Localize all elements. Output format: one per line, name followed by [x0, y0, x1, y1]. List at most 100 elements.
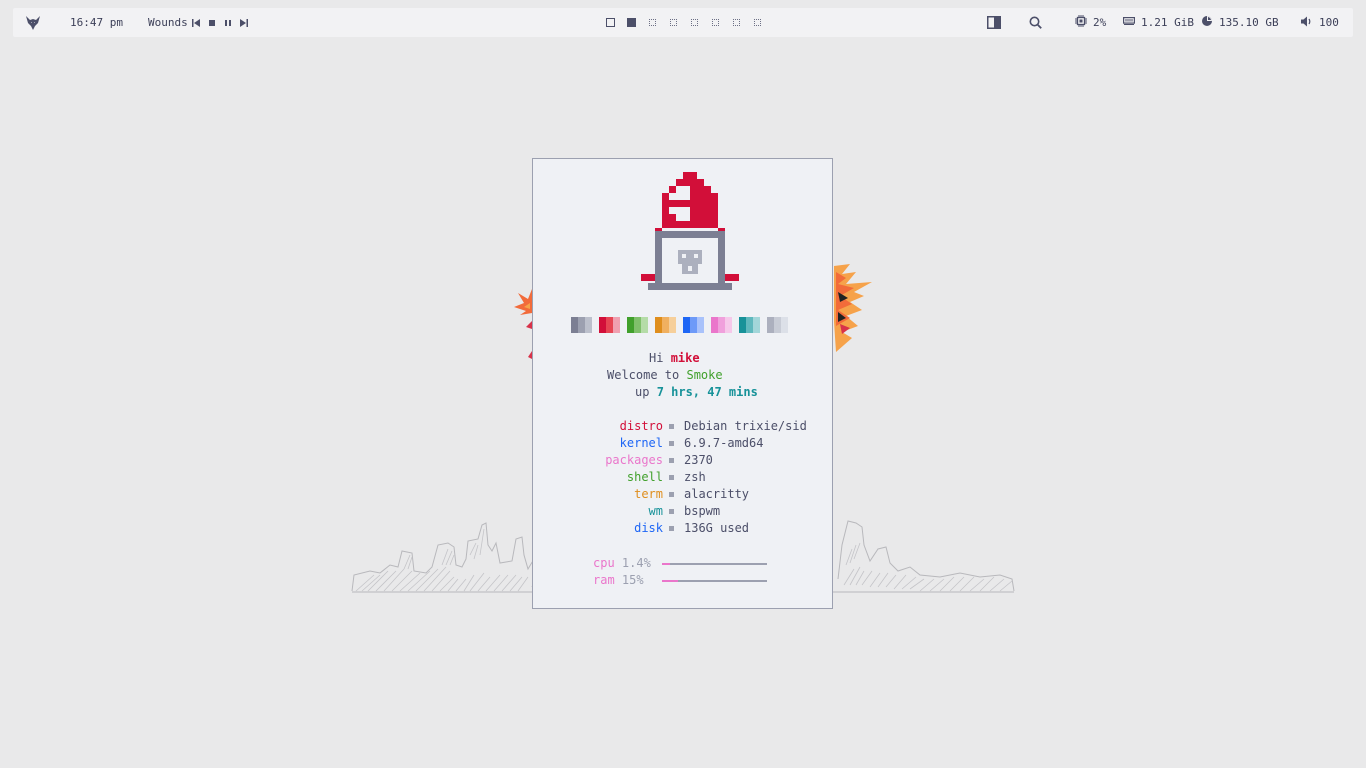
palette-swatch — [711, 317, 732, 333]
palette-shade — [683, 317, 690, 333]
info-row-term: term alacritty — [533, 486, 834, 503]
workspace-empty-marker — [754, 19, 761, 26]
palette-shade — [739, 317, 746, 333]
ram-meter-track — [662, 580, 767, 582]
fire-computer-ascii-art — [641, 172, 739, 290]
palette-shade — [662, 317, 669, 333]
info-key: distro — [619, 419, 663, 433]
info-row-wm: wm bspwm — [533, 503, 834, 520]
palette-shade — [627, 317, 634, 333]
search-icon[interactable] — [1029, 8, 1042, 37]
palette-shade — [781, 317, 788, 333]
info-value: 6.9.7-amd64 — [684, 436, 764, 450]
workspace-focused-marker — [627, 18, 636, 27]
separator-square — [669, 509, 674, 514]
media-controls — [192, 8, 248, 37]
fetch-terminal-window[interactable]: Hi mike Welcome to Smoke up 7 hrs, 47 mi… — [532, 158, 833, 609]
info-key: term — [634, 487, 663, 501]
info-value: zsh — [684, 470, 706, 484]
palette-swatch — [627, 317, 648, 333]
palette-swatch — [571, 317, 592, 333]
workspace-5[interactable] — [689, 17, 700, 28]
layout-icon[interactable] — [987, 8, 1001, 37]
welcome-line: Welcome to Smoke — [607, 367, 723, 384]
disk-widget[interactable]: 135.10 GB — [1201, 8, 1279, 37]
cpu-meter-track — [662, 563, 767, 565]
info-row-distro: distro Debian trixie/sid — [533, 418, 834, 435]
workspace-indicator — [605, 8, 763, 37]
palette-shade — [578, 317, 585, 333]
palette-shade — [571, 317, 578, 333]
workspace-empty-marker — [733, 19, 740, 26]
info-row-packages: packages 2370 — [533, 452, 834, 469]
palette-shade — [697, 317, 704, 333]
separator-square — [669, 475, 674, 480]
palette-swatch — [767, 317, 788, 333]
separator-square — [669, 441, 674, 446]
info-row-kernel: kernel 6.9.7-amd64 — [533, 435, 834, 452]
now-playing-title[interactable]: Wounds — [148, 8, 188, 37]
stop-icon[interactable] — [208, 19, 216, 27]
palette-shade — [718, 317, 725, 333]
cpu-meter-label: cpu — [593, 556, 615, 570]
workspace-3[interactable] — [647, 17, 658, 28]
clock[interactable]: 16:47 pm — [70, 8, 123, 37]
palette-shade — [774, 317, 781, 333]
username: mike — [670, 351, 700, 365]
top-bar: 16:47 pm Wounds 2% 1.21 GiB 135.10 GB 10… — [13, 8, 1353, 37]
skip-forward-icon[interactable] — [240, 18, 248, 27]
speaker-icon — [1301, 16, 1313, 30]
ram-meter-value: 15% — [621, 573, 644, 587]
uptime-line: up 7 hrs, 47 mins — [635, 384, 758, 401]
workspace-7[interactable] — [731, 17, 742, 28]
info-value: 136G used — [684, 521, 750, 535]
palette-shade — [669, 317, 676, 333]
uptime-value: 7 hrs, 47 mins — [656, 385, 758, 399]
info-key: disk — [634, 521, 663, 535]
palette-swatch — [683, 317, 704, 333]
palette-shade — [585, 317, 592, 333]
hostname: Smoke — [686, 368, 723, 382]
greeting-line: Hi mike — [649, 350, 700, 367]
palette-shade — [690, 317, 697, 333]
info-key: kernel — [619, 436, 663, 450]
separator-square — [669, 526, 674, 531]
ram-widget[interactable]: 1.21 GiB — [1123, 8, 1194, 37]
palette-swatch — [599, 317, 620, 333]
workspace-empty-marker — [712, 19, 719, 26]
workspace-2[interactable] — [626, 17, 637, 28]
color-palette — [571, 317, 788, 333]
palette-shade — [634, 317, 641, 333]
cpu-usage: 2% — [1093, 16, 1107, 29]
pause-icon[interactable] — [224, 19, 232, 27]
workspace-4[interactable] — [668, 17, 679, 28]
workspace-empty-marker — [691, 19, 698, 26]
palette-swatch — [739, 317, 760, 333]
palette-shade — [711, 317, 718, 333]
palette-shade — [613, 317, 620, 333]
cpu-meter: cpu 1.4% — [593, 555, 767, 572]
info-value: 2370 — [684, 453, 713, 467]
palette-swatch — [655, 317, 676, 333]
info-key: wm — [648, 504, 663, 518]
palette-shade — [606, 317, 613, 333]
disk-usage: 135.10 GB — [1219, 16, 1279, 29]
workspace-6[interactable] — [710, 17, 721, 28]
workspace-1[interactable] — [605, 17, 616, 28]
welcome-text: Welcome to — [607, 368, 680, 382]
info-value: alacritty — [684, 487, 750, 501]
info-row-shell: shell zsh — [533, 469, 834, 486]
flame-drawing-right — [834, 264, 872, 352]
skip-back-icon[interactable] — [192, 18, 200, 27]
palette-shade — [641, 317, 648, 333]
palette-shade — [753, 317, 760, 333]
pie-chart-icon — [1201, 15, 1213, 30]
volume-widget[interactable]: 100 — [1301, 8, 1339, 37]
cpu-widget[interactable]: 2% — [1075, 8, 1106, 37]
ram-meter: ram 15% — [593, 572, 767, 589]
workspace-8[interactable] — [752, 17, 763, 28]
volume-level: 100 — [1319, 16, 1339, 29]
fox-logo-icon[interactable] — [25, 8, 41, 37]
palette-shade — [599, 317, 606, 333]
separator-square — [669, 492, 674, 497]
